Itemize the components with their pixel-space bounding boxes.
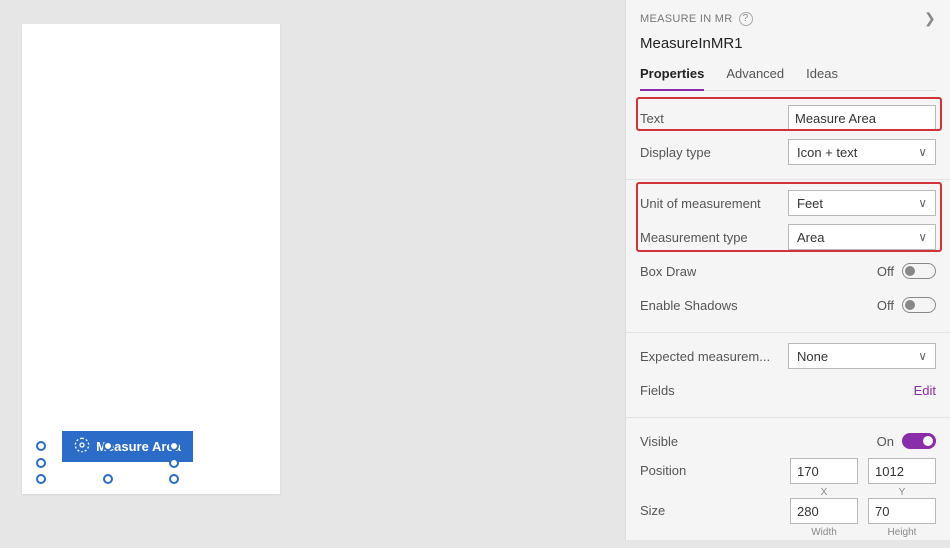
selection-outline: Measure Area [42,447,173,478]
panel-header: MEASURE IN MR ? ❯ MeasureInMR1 Propertie… [626,0,950,95]
position-x-input[interactable] [790,458,858,484]
section-layout: Visible On Position X Y Size [626,418,950,548]
resize-handle-n[interactable] [103,441,113,451]
tab-properties[interactable]: Properties [640,66,704,91]
label-display-type: Display type [640,145,711,160]
phone-canvas[interactable]: Measure Area [22,24,280,494]
resize-handle-e[interactable] [169,458,179,468]
label-measurement-type: Measurement type [640,230,748,245]
resize-handle-ne[interactable] [169,441,179,451]
size-width-input[interactable] [790,498,858,524]
label-visible: Visible [640,434,678,449]
properties-panel: MEASURE IN MR ? ❯ MeasureInMR1 Propertie… [625,0,950,540]
enable-shadows-state: Off [877,298,894,313]
position-x-sublabel: X [821,487,828,498]
tab-ideas[interactable]: Ideas [806,66,838,90]
section-expected: Expected measurem... None ∨ Fields Edit [626,333,950,418]
position-y-sublabel: Y [899,487,906,498]
resize-handle-se[interactable] [169,474,179,484]
visible-state: On [877,434,894,449]
section-measure: Unit of measurement Feet ∨ Measurement t… [626,180,950,333]
help-icon[interactable]: ? [739,12,753,26]
label-size: Size [640,498,665,518]
display-type-dropdown[interactable]: Icon + text ∨ [788,139,936,165]
visible-toggle[interactable] [902,433,936,449]
label-fields: Fields [640,383,675,398]
size-width-sublabel: Width [811,527,837,538]
component-type-label: MEASURE IN MR [640,13,733,25]
label-box-draw: Box Draw [640,264,696,279]
section-text-display: Text Display type Icon + text ∨ [626,95,950,180]
instance-name: MeasureInMR1 [640,35,936,52]
text-input[interactable] [788,105,936,131]
resize-handle-nw[interactable] [36,441,46,451]
tab-advanced[interactable]: Advanced [726,66,784,90]
unit-dropdown[interactable]: Feet ∨ [788,190,936,216]
measurement-type-value: Area [797,230,824,245]
expected-value: None [797,349,828,364]
measure-icon [74,437,90,456]
tabs: Properties Advanced Ideas [640,66,936,91]
unit-value: Feet [797,196,823,211]
label-expected: Expected measurem... [640,349,770,364]
chevron-down-icon: ∨ [918,349,927,363]
chevron-right-icon[interactable]: ❯ [924,10,936,27]
box-draw-toggle[interactable] [902,263,936,279]
canvas-area: Measure Area [0,0,625,540]
enable-shadows-toggle[interactable] [902,297,936,313]
measurement-type-dropdown[interactable]: Area ∨ [788,224,936,250]
chevron-down-icon: ∨ [918,196,927,210]
position-y-input[interactable] [868,458,936,484]
size-height-input[interactable] [868,498,936,524]
label-unit: Unit of measurement [640,196,761,211]
chevron-down-icon: ∨ [918,145,927,159]
size-height-sublabel: Height [888,527,917,538]
label-enable-shadows: Enable Shadows [640,298,738,313]
box-draw-state: Off [877,264,894,279]
label-position: Position [640,458,686,478]
fields-edit-link[interactable]: Edit [914,383,936,398]
resize-handle-s[interactable] [103,474,113,484]
resize-handle-sw[interactable] [36,474,46,484]
expected-dropdown[interactable]: None ∨ [788,343,936,369]
chevron-down-icon: ∨ [918,230,927,244]
label-text: Text [640,111,664,126]
resize-handle-w[interactable] [36,458,46,468]
display-type-value: Icon + text [797,145,857,160]
